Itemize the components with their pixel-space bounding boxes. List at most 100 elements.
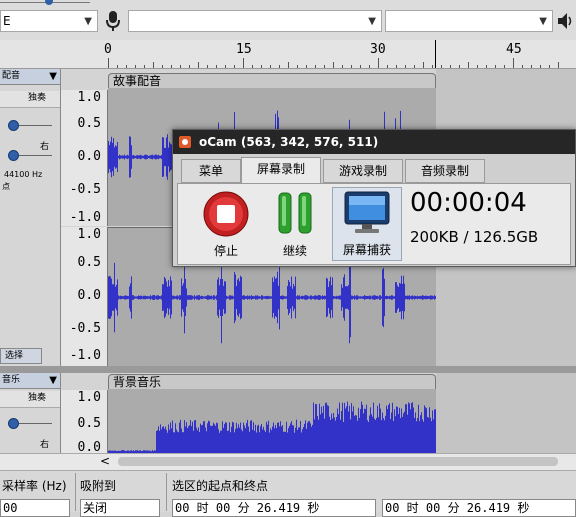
scale-label: 0.5 xyxy=(77,416,101,431)
tab-audio-recording[interactable]: 音频录制 xyxy=(405,159,485,183)
clip-title-music[interactable]: 背景音乐 xyxy=(108,374,436,389)
clip-name: 故事配音 xyxy=(113,74,162,88)
ruler-tick xyxy=(279,65,280,68)
ruler-tick xyxy=(360,65,361,68)
scrollbar-thumb[interactable] xyxy=(118,457,558,466)
ruler-tick xyxy=(234,65,235,68)
chevron-down-icon: ▼ xyxy=(539,16,547,27)
pan-slider-thumb[interactable] xyxy=(8,150,19,161)
ruler-tick xyxy=(378,58,379,68)
pause-icon xyxy=(278,192,312,234)
ruler-tick xyxy=(513,58,514,68)
scale-label: -0.5 xyxy=(69,182,101,197)
ruler-tick xyxy=(171,65,172,68)
project-rate-label: 采样率 (Hz) xyxy=(2,479,67,493)
tab-label: 屏幕录制 xyxy=(256,162,305,176)
recording-timer: 00:00:04 xyxy=(410,188,527,218)
chevron-down-icon: ▼ xyxy=(49,71,57,82)
project-rate-combo[interactable]: 00 xyxy=(0,499,70,517)
ruler-tick xyxy=(477,65,478,68)
ruler-tick xyxy=(270,65,271,68)
ruler-tick xyxy=(522,65,523,68)
ocam-title: oCam (563, 342, 576, 511) xyxy=(199,135,379,149)
tab-label: 音频录制 xyxy=(420,164,469,178)
gain-slider-thumb[interactable] xyxy=(8,418,19,429)
track-name-menu[interactable]: 音乐 ▼ xyxy=(0,373,60,389)
ruler-tick xyxy=(324,65,325,68)
scale-label: 0.0 xyxy=(77,288,101,303)
ruler-tick xyxy=(315,65,316,68)
select-label: 选择 xyxy=(5,351,24,361)
recording-channels-combo[interactable]: ▼ xyxy=(385,10,553,32)
ruler-tick xyxy=(288,62,289,68)
project-rate-value: 00 xyxy=(3,501,18,515)
ruler-tick xyxy=(549,65,550,68)
audio-host-value: E xyxy=(3,14,11,28)
resume-button[interactable]: 继续 xyxy=(266,187,324,261)
ruler-tick xyxy=(351,65,352,68)
playhead-marker xyxy=(435,40,436,68)
ruler-tick xyxy=(207,65,208,68)
ruler-tick xyxy=(540,65,541,68)
ruler-tick xyxy=(306,65,307,68)
scale-label: 0.5 xyxy=(77,116,101,131)
speaker-icon xyxy=(556,11,576,31)
track-control-panel-voice: 配音 ▼ 独奏 右 44100 Hz 点 选择 xyxy=(0,69,61,366)
stop-label: 停止 xyxy=(213,244,238,258)
scroll-left-icon[interactable]: < xyxy=(100,454,110,468)
screenshot-button[interactable]: 屏幕捕获 xyxy=(332,187,402,261)
tab-label: 游戏录制 xyxy=(338,164,387,178)
clip-title-voice[interactable]: 故事配音 xyxy=(108,73,436,88)
timeline-ruler[interactable]: 0 15 30 45 xyxy=(0,40,576,69)
audio-host-combo[interactable]: E ▼ xyxy=(0,10,98,32)
amplitude-scale-lower: 1.0 0.5 0.0 -0.5 -1.0 xyxy=(61,227,108,366)
ruler-tick xyxy=(180,65,181,68)
scale-label: -0.5 xyxy=(69,321,101,336)
solo-button[interactable]: 独奏 xyxy=(0,391,60,408)
solo-label: 独奏 xyxy=(28,93,47,103)
selection-label: 选区的起点和终点 xyxy=(172,479,269,493)
ruler-tick xyxy=(144,65,145,68)
ocam-title-bar[interactable]: oCam (563, 342, 576, 511) xyxy=(173,130,575,154)
tab-menu[interactable]: 菜单 xyxy=(181,159,241,183)
ruler-tick xyxy=(189,65,190,68)
ruler-tick xyxy=(198,62,199,68)
select-track-button[interactable]: 选择 xyxy=(0,348,42,364)
ruler-tick xyxy=(495,65,496,68)
ruler-tick xyxy=(333,62,334,68)
waveform-music[interactable] xyxy=(108,389,436,453)
ocam-logo-icon xyxy=(179,136,191,148)
horizontal-scrollbar[interactable]: < xyxy=(0,453,576,470)
solo-button[interactable]: 独奏 xyxy=(0,91,60,108)
chevron-down-icon: ▼ xyxy=(49,375,57,386)
selection-start-value: 00 时 00 分 26.419 秒 xyxy=(175,501,320,515)
ruler-tick xyxy=(396,65,397,68)
meter-slider[interactable] xyxy=(0,0,96,6)
tab-game-recording[interactable]: 游戏录制 xyxy=(323,159,403,183)
ruler-tick xyxy=(441,65,442,68)
stop-icon xyxy=(203,191,249,237)
ruler-tick xyxy=(369,65,370,68)
recording-size: 200KB / 126.5GB xyxy=(410,228,539,246)
ruler-tick xyxy=(414,65,415,68)
recording-device-combo[interactable]: ▼ xyxy=(128,10,382,32)
scale-label: 0.0 xyxy=(77,149,101,164)
selection-start-field[interactable]: 00 时 00 分 26.419 秒 xyxy=(172,499,376,517)
clip-name: 背景音乐 xyxy=(113,375,162,389)
ruler-tick xyxy=(225,65,226,68)
gain-slider-thumb[interactable] xyxy=(8,120,19,131)
ruler-tick xyxy=(387,65,388,68)
stop-button[interactable]: 停止 xyxy=(196,187,256,261)
solo-label: 独奏 xyxy=(28,393,47,403)
selection-end-field[interactable]: 00 时 00 分 26.419 秒 xyxy=(382,499,576,517)
scale-label: 1.0 xyxy=(77,227,101,242)
divider xyxy=(166,473,167,511)
scale-label: 1.0 xyxy=(77,90,101,105)
ruler-tick-label: 0 xyxy=(104,42,112,57)
ruler-tick xyxy=(423,62,424,68)
tab-screen-recording[interactable]: 屏幕录制 xyxy=(241,157,321,184)
ruler-left-pad xyxy=(0,40,107,68)
track-name-menu[interactable]: 配音 ▼ xyxy=(0,69,60,85)
snap-to-combo[interactable]: 关闭 xyxy=(80,499,160,517)
track-empty-area[interactable] xyxy=(436,373,576,453)
